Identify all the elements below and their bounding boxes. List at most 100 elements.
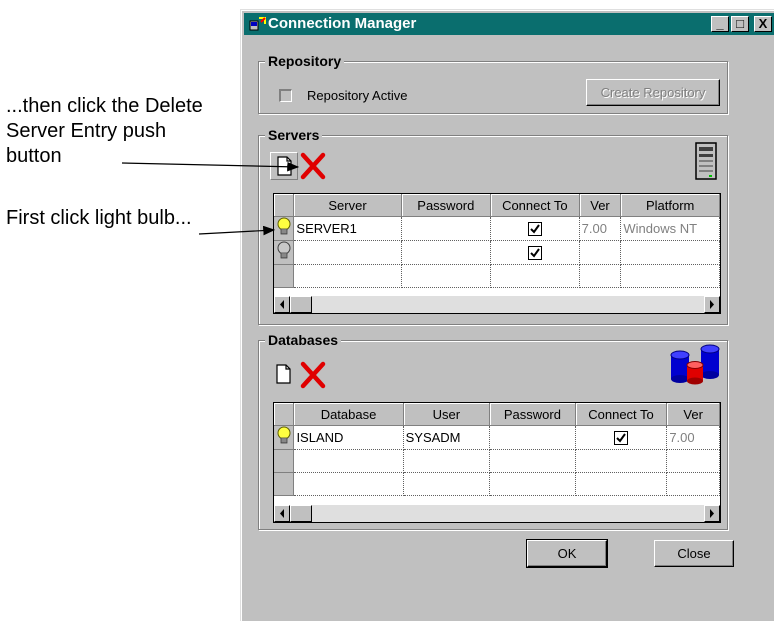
light-bulb-unlit-icon[interactable] [276, 241, 292, 261]
cell-ver[interactable]: 7.00 [579, 216, 622, 241]
cell-connect-to[interactable] [575, 472, 668, 496]
servers-group-label: Servers [265, 127, 323, 143]
cell-password[interactable] [489, 449, 576, 473]
new-server-button[interactable] [270, 152, 298, 180]
create-repository-button[interactable]: Create Repository [586, 79, 720, 106]
close-button[interactable]: Close [654, 540, 734, 567]
check-mark-icon [530, 248, 540, 258]
check-mark-icon [616, 433, 626, 443]
repository-active-checkbox[interactable] [279, 89, 292, 102]
databases-grid: Database User Password Connect To Ver IS… [273, 402, 721, 523]
window-title: Connection Manager [268, 15, 417, 32]
column-header-ver[interactable]: Ver [666, 403, 720, 426]
databases-horizontal-scrollbar[interactable] [274, 505, 720, 522]
cell-connect-to[interactable] [490, 264, 580, 288]
connect-to-checkbox[interactable] [527, 246, 542, 261]
new-database-button[interactable] [270, 361, 298, 389]
row-selector[interactable] [274, 216, 295, 241]
databases-group-label: Databases [265, 332, 342, 348]
close-window-button[interactable]: X [754, 16, 772, 32]
column-header-connect-to[interactable]: Connect To [490, 194, 580, 217]
cell-server[interactable] [293, 264, 402, 288]
column-header-platform[interactable]: Platform [620, 194, 720, 217]
column-header-connect-to[interactable]: Connect To [575, 403, 668, 426]
cell-user[interactable] [403, 472, 491, 496]
servers-grid: Server Password Connect To Ver Platform [273, 193, 721, 314]
servers-group: Servers Server Password Connect To Ver P… [258, 127, 728, 325]
cell-ver[interactable] [666, 449, 720, 473]
annotation-delete-hint: ...then click the Delete Server Entry pu… [6, 95, 203, 167]
delete-server-entry-button[interactable] [299, 152, 327, 180]
cell-server[interactable]: SERVER1 [293, 216, 402, 241]
cell-ver[interactable] [579, 264, 622, 288]
table-row[interactable] [274, 240, 720, 265]
cell-password[interactable] [489, 425, 576, 450]
scroll-right-button[interactable] [704, 505, 720, 522]
table-row[interactable] [274, 449, 720, 473]
minimize-button[interactable]: _ [711, 16, 729, 32]
check-mark-icon [530, 224, 540, 234]
cell-ver[interactable] [666, 472, 720, 496]
cell-connect-to[interactable] [490, 240, 580, 265]
maximize-button[interactable]: □ [731, 16, 749, 32]
arrow-left-icon [280, 509, 284, 518]
cell-platform[interactable] [620, 240, 720, 265]
row-selector[interactable] [274, 240, 295, 265]
servers-corner-header [274, 194, 295, 217]
light-bulb-lit-icon[interactable] [276, 217, 292, 237]
arrow-right-icon [710, 300, 714, 309]
table-row[interactable] [274, 264, 720, 288]
cell-connect-to[interactable] [575, 425, 668, 450]
cell-database[interactable]: ISLAND [293, 425, 404, 450]
column-header-password[interactable]: Password [401, 194, 492, 217]
servers-horizontal-scrollbar[interactable] [274, 296, 720, 313]
connection-manager-window: Connection Manager _ □ X Repository Repo… [240, 9, 774, 621]
column-header-user[interactable]: User [403, 403, 491, 426]
delete-database-entry-button[interactable] [299, 361, 327, 389]
red-x-delete-icon [300, 152, 326, 180]
cell-database[interactable] [293, 449, 404, 473]
table-row[interactable]: ISLAND SYSADM 7.00 [274, 425, 720, 450]
column-header-password[interactable]: Password [489, 403, 576, 426]
column-header-database[interactable]: Database [293, 403, 404, 426]
row-selector[interactable] [274, 264, 295, 288]
row-selector[interactable] [274, 449, 295, 473]
server-tower-icon [695, 142, 717, 180]
ok-button[interactable]: OK [526, 539, 608, 568]
cell-connect-to[interactable] [575, 449, 668, 473]
cell-password[interactable] [401, 240, 492, 265]
scroll-thumb[interactable] [290, 296, 312, 313]
new-document-icon [277, 156, 292, 176]
table-row[interactable] [274, 472, 720, 496]
cell-ver[interactable] [579, 240, 622, 265]
cell-platform[interactable] [620, 264, 720, 288]
cell-ver[interactable]: 7.00 [666, 425, 720, 450]
column-header-server[interactable]: Server [293, 194, 402, 217]
connect-to-checkbox[interactable] [614, 431, 629, 446]
annotation-bulb-hint: First click light bulb... [6, 207, 192, 229]
cell-server[interactable] [293, 240, 402, 265]
light-bulb-lit-icon[interactable] [276, 426, 292, 446]
row-selector[interactable] [274, 425, 295, 450]
title-bar[interactable]: Connection Manager _ □ X [244, 13, 774, 35]
cell-user[interactable]: SYSADM [403, 425, 491, 450]
cell-platform[interactable]: Windows NT [620, 216, 720, 241]
cell-password[interactable] [401, 264, 492, 288]
arrow-left-icon [280, 300, 284, 309]
cell-password[interactable] [489, 472, 576, 496]
cell-user[interactable] [403, 449, 491, 473]
cell-connect-to[interactable] [490, 216, 580, 241]
cell-database[interactable] [293, 472, 404, 496]
column-header-ver[interactable]: Ver [579, 194, 622, 217]
repository-active-label: Repository Active [307, 88, 408, 103]
new-document-icon [276, 364, 291, 384]
cell-password[interactable] [401, 216, 492, 241]
scroll-left-button[interactable] [274, 505, 290, 522]
databases-corner-header [274, 403, 295, 426]
scroll-right-button[interactable] [704, 296, 720, 313]
row-selector[interactable] [274, 472, 295, 496]
connect-to-checkbox[interactable] [527, 222, 542, 237]
scroll-left-button[interactable] [274, 296, 290, 313]
scroll-thumb[interactable] [290, 505, 312, 522]
table-row[interactable]: SERVER1 7.00 Windows NT [274, 216, 720, 241]
